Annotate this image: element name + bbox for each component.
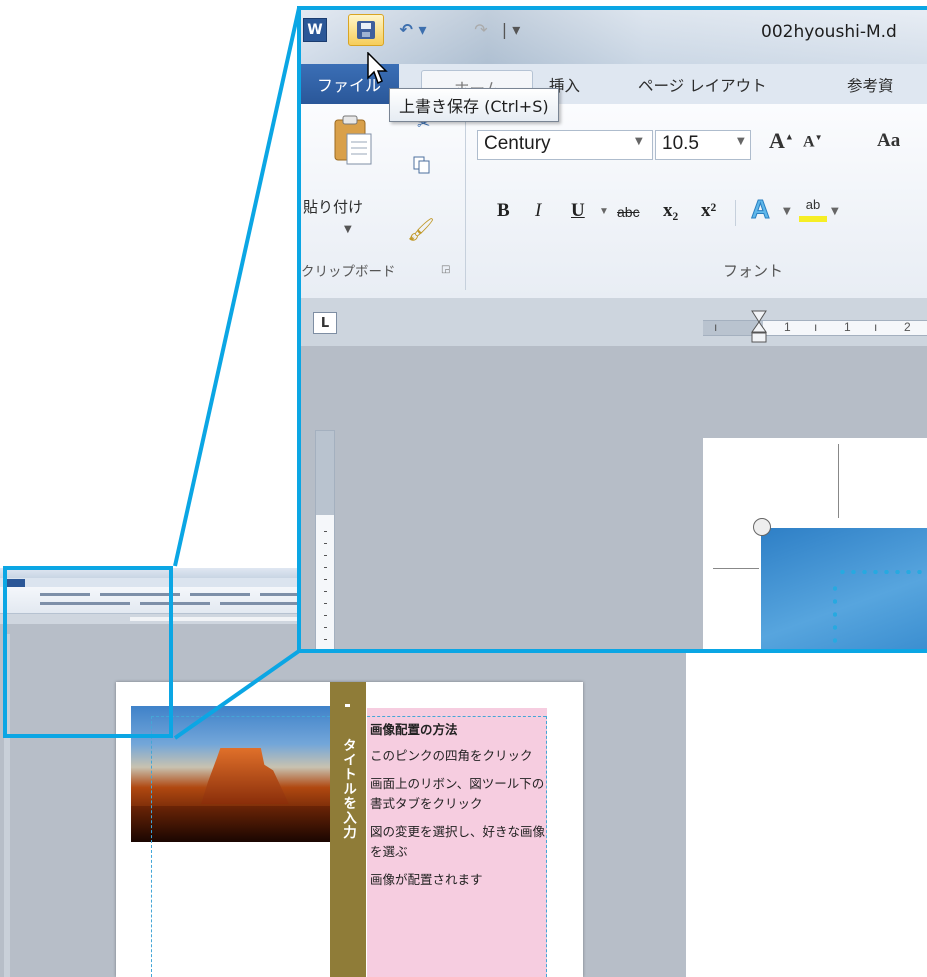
save-tooltip: 上書き保存 (Ctrl+S) [389,88,559,122]
callout-source-frame [3,566,173,738]
guide-line [151,716,152,977]
vertical-title-label: タイトルを入力 [340,738,356,840]
howto-step: 画面上のリボン、図ツール下の書式タブをクリック [370,776,545,811]
vertical-title-band[interactable]: タイトルを入力 [330,682,366,977]
vertical-title-text: タイトルを入力 [330,738,366,840]
band-handle [345,704,350,707]
howto-step: 図の変更を選択し、好きな画像を選ぶ [370,824,546,859]
howto-text: 画像配置の方法 このピンクの四角をクリック 画面上のリボン、図ツール下の書式タブ… [370,720,550,898]
document-page: タイトルを入力 画像配置の方法 このピンクの四角をクリック 画面上のリボン、図ツ… [116,682,583,977]
howto-heading: 画像配置の方法 [370,722,458,737]
howto-step: このピンクの四角をクリック [370,748,533,763]
howto-step: 画像が配置されます [370,872,483,887]
